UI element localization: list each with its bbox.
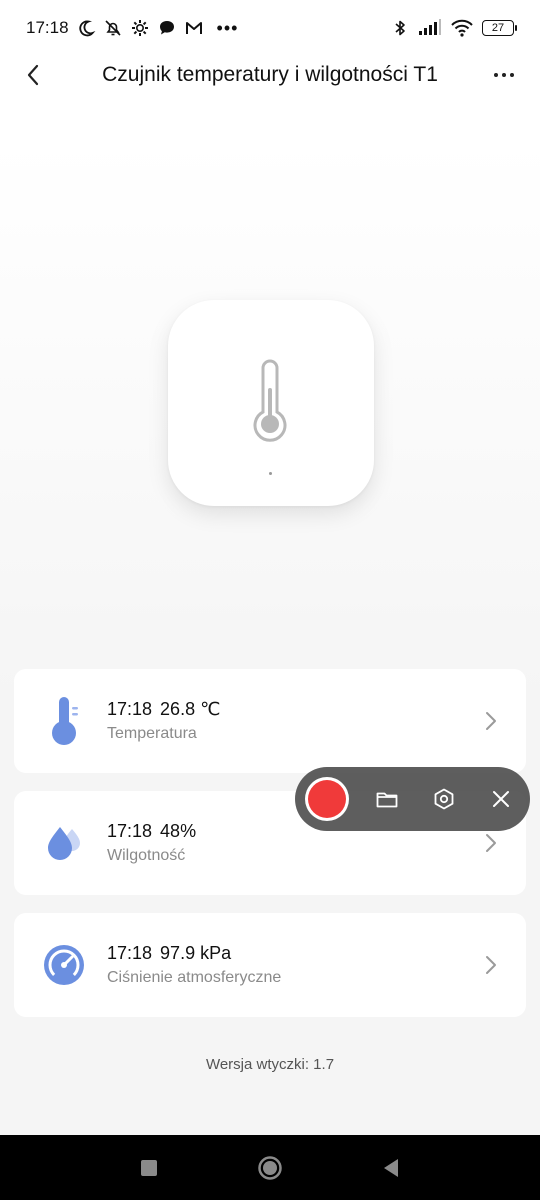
signal-icon <box>418 18 442 38</box>
chevron-right-icon <box>486 834 496 852</box>
reading-time: 17:18 <box>107 821 153 841</box>
device-led <box>269 472 272 475</box>
reading-value: 97.9 kPa <box>160 943 232 963</box>
sensor-reading: 17:18 97.9 kPa <box>107 943 239 964</box>
sensor-label: Wilgotność <box>107 847 186 864</box>
home-icon[interactable] <box>257 1155 283 1181</box>
chat-icon <box>157 18 177 38</box>
thermometer-icon <box>52 697 78 745</box>
close-icon[interactable] <box>489 787 513 811</box>
more-options-button[interactable] <box>488 60 520 90</box>
status-bar: 17:18 ••• 27 <box>0 0 540 56</box>
battery-indicator: 27 <box>482 20 517 36</box>
dot <box>494 73 498 77</box>
pressure-gauge-icon <box>44 945 84 985</box>
settings-hexagon-icon[interactable] <box>432 787 456 811</box>
sensor-label: Ciśnienie atmosferyczne <box>107 969 282 986</box>
reading-value: 26.8 ℃ <box>160 699 221 719</box>
reading-time: 17:18 <box>107 943 153 963</box>
sensor-reading: 17:18 48% <box>107 821 204 842</box>
sensor-reading: 17:18 26.8 ℃ <box>107 699 228 720</box>
plugin-version: Wersja wtyczki: 1.7 <box>205 1056 335 1073</box>
reading-value: 48% <box>160 821 197 841</box>
device-illustration <box>168 300 374 506</box>
app-header: Czujnik temperatury i wilgotności T1 <box>0 50 540 102</box>
water-drops-icon <box>48 827 80 860</box>
status-time: 17:18 <box>26 18 69 37</box>
folder-icon[interactable] <box>375 787 399 811</box>
more-notifications-icon: ••• <box>216 17 239 38</box>
sensor-card-temperature[interactable]: 17:18 26.8 ℃ Temperatura <box>14 669 526 773</box>
record-dot <box>308 780 346 818</box>
moon-icon <box>76 18 96 38</box>
screen-recorder-widget <box>295 767 530 831</box>
recent-apps-icon[interactable] <box>136 1155 162 1181</box>
device-thermometer-icon <box>253 359 287 442</box>
sensor-card-pressure[interactable]: 17:18 97.9 kPa Ciśnienie atmosferyczne <box>14 913 526 1017</box>
sensor-label: Temperatura <box>107 725 197 742</box>
chevron-right-icon <box>486 956 496 974</box>
back-button[interactable] <box>18 60 48 90</box>
muted-bell-icon <box>103 18 123 38</box>
wifi-icon <box>450 18 474 38</box>
chevron-left-icon <box>27 64 39 86</box>
record-button[interactable] <box>305 777 349 821</box>
gmail-icon <box>184 18 204 38</box>
dot <box>510 73 514 77</box>
back-triangle-icon[interactable] <box>378 1155 404 1181</box>
dot <box>502 73 506 77</box>
app-screen: 17:18 ••• 27 Czujnik temperatury i wilgo… <box>0 0 540 1135</box>
reading-time: 17:18 <box>107 699 153 719</box>
system-navigation-bar <box>0 1135 540 1200</box>
bluetooth-icon <box>390 18 410 38</box>
chevron-right-icon <box>486 712 496 730</box>
battery-level: 27 <box>491 21 505 34</box>
page-title: Czujnik temperatury i wilgotności T1 <box>102 63 438 86</box>
gear-icon <box>130 18 150 38</box>
